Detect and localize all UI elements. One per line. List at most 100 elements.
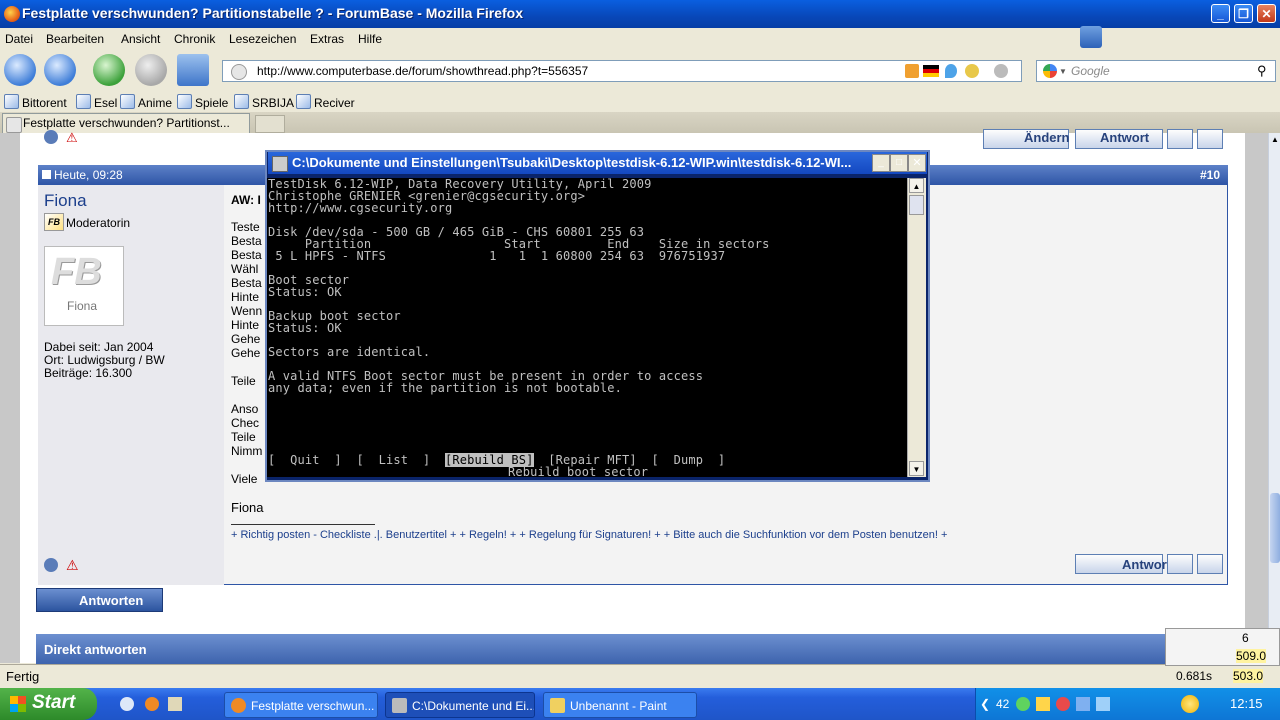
scroll-up-icon[interactable]: ▲ <box>1271 135 1279 144</box>
close-button[interactable]: ✕ <box>1257 4 1276 23</box>
reply-button-bottom[interactable]: Antwort <box>1075 554 1171 574</box>
post-text-fragment: Besta <box>231 276 262 290</box>
quicklaunch-firefox-icon[interactable] <box>145 697 159 711</box>
post-text-fragment: Hinte <box>231 290 260 304</box>
direct-reply-header[interactable]: Direkt antworten <box>36 634 1230 664</box>
task-console[interactable]: C:\Dokumente und Ei... <box>385 692 535 718</box>
console-screen[interactable]: TestDisk 6.12-WIP, Data Recovery Utility… <box>267 178 907 477</box>
quote-button[interactable] <box>1167 554 1193 574</box>
chevron-down-icon[interactable]: ▼ <box>1059 67 1067 76</box>
scroll-thumb[interactable] <box>1270 493 1280 563</box>
multiquote-button[interactable] <box>1197 554 1223 574</box>
site-icon <box>231 64 247 80</box>
google-icon[interactable] <box>1043 64 1057 78</box>
console-menu[interactable]: [ Quit ] [ List ] [Rebuild BS] [Repair M… <box>268 453 725 467</box>
bookmark-reciver[interactable]: Reciver <box>296 94 355 110</box>
search-placeholder: Google <box>1071 64 1110 78</box>
moderator-badge-icon: FB <box>44 213 64 231</box>
tray-popup: 6 509.0 <box>1165 628 1280 666</box>
menu-datei[interactable]: Datei <box>5 32 33 46</box>
tray-app-icon[interactable] <box>1056 697 1070 711</box>
page-scrollbar[interactable]: ▲ <box>1268 133 1280 663</box>
search-icon[interactable]: ⚲ <box>1257 63 1267 79</box>
console-maximize-button[interactable]: □ <box>890 154 908 172</box>
menu-bearbeiten[interactable]: Bearbeiten <box>46 32 104 46</box>
search-bar[interactable]: ▼ Google ⚲ <box>1036 60 1276 82</box>
bookmark-anime[interactable]: Anime <box>120 94 172 110</box>
addon-status-icon[interactable] <box>965 64 979 78</box>
warning-icon[interactable]: ⚠ <box>66 130 78 146</box>
location-icon[interactable] <box>945 64 957 78</box>
menu-extras[interactable]: Extras <box>310 32 344 46</box>
tray-expand-icon[interactable]: ❮ <box>980 697 990 711</box>
back-button[interactable] <box>4 54 36 86</box>
addon-icon[interactable] <box>1080 26 1102 48</box>
post-text-fragment: Wenn <box>231 304 263 318</box>
tab-label: Festplatte verschwunden? Partitionst... <box>23 116 230 130</box>
console-minimize-button[interactable]: _ <box>872 154 890 172</box>
menu-hilfe[interactable]: Hilfe <box>358 32 382 46</box>
report-icon[interactable] <box>44 130 58 144</box>
tray-volume-icon[interactable] <box>1096 697 1110 711</box>
quicklaunch-desktop-icon[interactable] <box>168 697 182 711</box>
tray-app-icon[interactable] <box>1036 697 1050 711</box>
post-text-fragment: Anso <box>231 402 259 416</box>
stop-button[interactable] <box>135 54 167 86</box>
bookmark-bittorent[interactable]: Bittorent <box>4 94 67 110</box>
bookmark-folder-icon <box>76 94 91 109</box>
reply-button-top[interactable]: Antwort <box>1075 129 1163 149</box>
post-text-fragment: Gehe <box>231 346 261 360</box>
reload-button[interactable] <box>93 54 125 86</box>
scroll-up-icon[interactable]: ▲ <box>909 178 924 193</box>
menu-lesezeichen[interactable]: Lesezeichen <box>229 32 296 46</box>
warning-icon[interactable]: ⚠ <box>66 557 79 574</box>
post-text-fragment: Nimm <box>231 444 263 458</box>
console-title-bar[interactable]: C:\Dokumente und Einstellungen\Tsubaki\D… <box>268 152 927 174</box>
minimize-button[interactable]: _ <box>1211 4 1230 23</box>
console-line: Sectors are identical. <box>268 345 431 359</box>
task-firefox[interactable]: Festplatte verschwun... <box>224 692 378 718</box>
signature-links[interactable]: + Richtig posten - Checkliste .|. Benutz… <box>231 529 947 541</box>
status-timing: 0.681s <box>1176 669 1213 683</box>
console-scrollbar[interactable]: ▲ ▼ <box>907 178 926 477</box>
scroll-down-icon[interactable]: ▼ <box>909 461 924 476</box>
scroll-thumb[interactable] <box>909 195 924 215</box>
maximize-button[interactable]: ❐ <box>1234 4 1253 23</box>
edit-button[interactable]: Ändern <box>983 129 1070 149</box>
post-date: Heute, 09:28 <box>54 168 123 182</box>
window-title: Festplatte verschwunden? Partitionstabel… <box>22 5 523 21</box>
home-button[interactable] <box>177 54 209 86</box>
author-joined: Dabei seit: Jan 2004 <box>44 340 154 354</box>
multiquote-button-top[interactable] <box>1197 129 1223 149</box>
bookmark-spiele[interactable]: Spiele <box>177 94 228 110</box>
menu-ansicht[interactable]: Ansicht <box>121 32 160 46</box>
author-name[interactable]: Fiona <box>44 191 87 211</box>
tray-count: 6 <box>1242 631 1249 645</box>
start-button[interactable]: Start <box>0 688 97 720</box>
task-paint[interactable]: Unbenannt - Paint <box>543 692 697 718</box>
firefox-icon <box>4 6 20 22</box>
report-icon[interactable] <box>44 558 58 572</box>
bookmark-srbija[interactable]: SRBIJA <box>234 94 294 110</box>
quote-button-top[interactable] <box>1167 129 1193 149</box>
console-menu-options[interactable]: [ Quit ] [ List ] <box>268 453 445 467</box>
tray-network-icon[interactable] <box>1076 697 1090 711</box>
bookmark-label: Esel <box>94 96 118 110</box>
console-close-button[interactable]: ✕ <box>908 154 926 172</box>
browser-title-bar[interactable]: Festplatte verschwunden? Partitionstabel… <box>0 0 1280 28</box>
rss-icon[interactable] <box>905 64 919 78</box>
post-number[interactable]: #10 <box>1200 168 1220 182</box>
new-tab-button[interactable] <box>255 115 285 133</box>
new-reply-button[interactable]: Antworten <box>36 588 163 612</box>
bookmark-folder-icon <box>177 94 192 109</box>
post-text-fragment: Besta <box>231 234 262 248</box>
quicklaunch-ie-icon[interactable] <box>120 697 134 711</box>
tab-active[interactable]: Festplatte verschwunden? Partitionst... <box>2 113 250 133</box>
tray-app-icon[interactable] <box>1016 697 1030 711</box>
forward-button[interactable] <box>44 54 76 86</box>
gear-icon[interactable] <box>994 64 1008 78</box>
bookmark-esel[interactable]: Esel <box>76 94 117 110</box>
reply-label: Antwort <box>1100 130 1150 145</box>
menu-chronik[interactable]: Chronik <box>174 32 215 46</box>
url-bar[interactable]: http://www.computerbase.de/forum/showthr… <box>222 60 1022 82</box>
